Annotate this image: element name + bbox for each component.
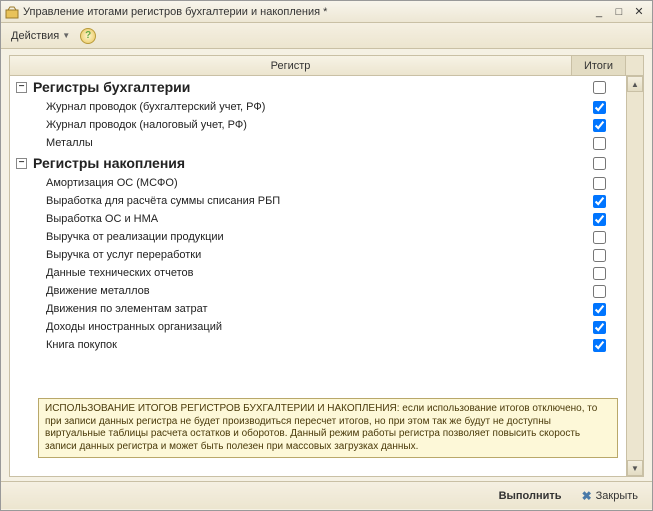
totals-checkbox[interactable] [593,213,606,226]
close-window-button[interactable]: ✕ [630,4,648,20]
scrollbar-header-gap [626,56,643,75]
table-row[interactable]: Данные технических отчетов [10,264,626,282]
grid-header: Регистр Итоги [10,56,643,76]
checkbox-cell [572,249,626,262]
register-label: Движение металлов [46,285,572,297]
grid: Регистр Итоги −Регистры бухгалтерииЖурна… [9,55,644,477]
table-row[interactable]: Выработка ОС и НМА [10,210,626,228]
chevron-down-icon: ▼ [62,31,70,40]
register-label: Выработка для расчёта суммы списания РБП [46,195,572,207]
checkbox-cell [572,231,626,244]
group-checkbox-cell [572,157,626,170]
scroll-up-button[interactable]: ▲ [627,76,643,92]
minimize-button[interactable]: _ [590,4,608,20]
footer: Выполнить ✖ Закрыть [1,481,652,509]
totals-checkbox[interactable] [593,137,606,150]
content-area: Регистр Итоги −Регистры бухгалтерииЖурна… [1,49,652,481]
register-label: Журнал проводок (бухгалтерский учет, РФ) [46,101,572,113]
register-label: Выручка от услуг переработки [46,249,572,261]
collapse-icon[interactable]: − [16,82,27,93]
group-row[interactable]: −Регистры накопления [10,152,626,174]
column-header-register[interactable]: Регистр [10,56,572,75]
totals-checkbox[interactable] [593,249,606,262]
totals-checkbox[interactable] [593,303,606,316]
window-title: Управление итогами регистров бухгалтерии… [23,6,588,18]
group-row[interactable]: −Регистры бухгалтерии [10,76,626,98]
app-icon [5,5,19,19]
register-label: Книга покупок [46,339,572,351]
totals-checkbox[interactable] [593,321,606,334]
register-label: Металлы [46,137,572,149]
register-label: Выручка от реализации продукции [46,231,572,243]
table-row[interactable]: Амортизация ОС (МСФО) [10,174,626,192]
table-row[interactable] [10,354,626,372]
actions-menu-button[interactable]: Действия ▼ [7,28,74,44]
info-tooltip: ИСПОЛЬЗОВАНИЕ ИТОГОВ РЕГИСТРОВ БУХГАЛТЕР… [38,398,618,458]
group-checkbox-cell [572,81,626,94]
help-button[interactable]: ? [80,28,96,44]
totals-checkbox[interactable] [593,339,606,352]
table-row[interactable]: Журнал проводок (бухгалтерский учет, РФ) [10,98,626,116]
checkbox-cell [572,195,626,208]
register-label: Журнал проводок (налоговый учет, РФ) [46,119,572,131]
table-row[interactable]: Выручка от услуг переработки [10,246,626,264]
group-title: Регистры бухгалтерии [33,79,572,95]
grid-body: −Регистры бухгалтерииЖурнал проводок (бу… [10,76,643,476]
totals-checkbox[interactable] [593,267,606,280]
table-row[interactable]: Выручка от реализации продукции [10,228,626,246]
totals-checkbox[interactable] [593,195,606,208]
totals-checkbox[interactable] [593,231,606,244]
checkbox-cell [572,137,626,150]
table-row[interactable]: Журнал проводок (налоговый учет, РФ) [10,116,626,134]
totals-checkbox[interactable] [593,119,606,132]
table-row[interactable]: Движения по элементам затрат [10,300,626,318]
collapse-icon[interactable]: − [16,158,27,169]
group-totals-checkbox[interactable] [593,157,606,170]
register-label: Движения по элементам затрат [46,303,572,315]
column-header-totals[interactable]: Итоги [572,56,626,75]
checkbox-cell [572,303,626,316]
register-label: Данные технических отчетов [46,267,572,279]
register-label: Выработка ОС и НМА [46,213,572,225]
checkbox-cell [572,267,626,280]
execute-label: Выполнить [499,490,562,502]
checkbox-cell [572,213,626,226]
group-totals-checkbox[interactable] [593,81,606,94]
totals-checkbox[interactable] [593,177,606,190]
checkbox-cell [572,321,626,334]
register-label: Амортизация ОС (МСФО) [46,177,572,189]
scroll-down-button[interactable]: ▼ [627,460,643,476]
toolbar: Действия ▼ ? [1,23,652,49]
close-button[interactable]: ✖ Закрыть [578,487,642,505]
table-row[interactable]: Доходы иностранных организаций [10,318,626,336]
maximize-button[interactable]: □ [610,4,628,20]
table-row[interactable]: Металлы [10,134,626,152]
table-row[interactable]: Выработка для расчёта суммы списания РБП [10,192,626,210]
checkbox-cell [572,285,626,298]
totals-checkbox[interactable] [593,285,606,298]
totals-checkbox[interactable] [593,101,606,114]
table-row[interactable]: Книга покупок [10,336,626,354]
group-title: Регистры накопления [33,155,572,171]
table-row[interactable] [10,372,626,390]
checkbox-cell [572,101,626,114]
register-label: Доходы иностранных организаций [46,321,572,333]
vertical-scrollbar[interactable]: ▲ ▼ [626,76,643,476]
close-icon: ✖ [582,489,592,503]
titlebar: Управление итогами регистров бухгалтерии… [1,1,652,23]
close-label: Закрыть [596,490,638,502]
actions-label: Действия [11,30,59,42]
checkbox-cell [572,177,626,190]
checkbox-cell [572,339,626,352]
table-row[interactable]: Движение металлов [10,282,626,300]
execute-button[interactable]: Выполнить [495,488,566,504]
checkbox-cell [572,119,626,132]
